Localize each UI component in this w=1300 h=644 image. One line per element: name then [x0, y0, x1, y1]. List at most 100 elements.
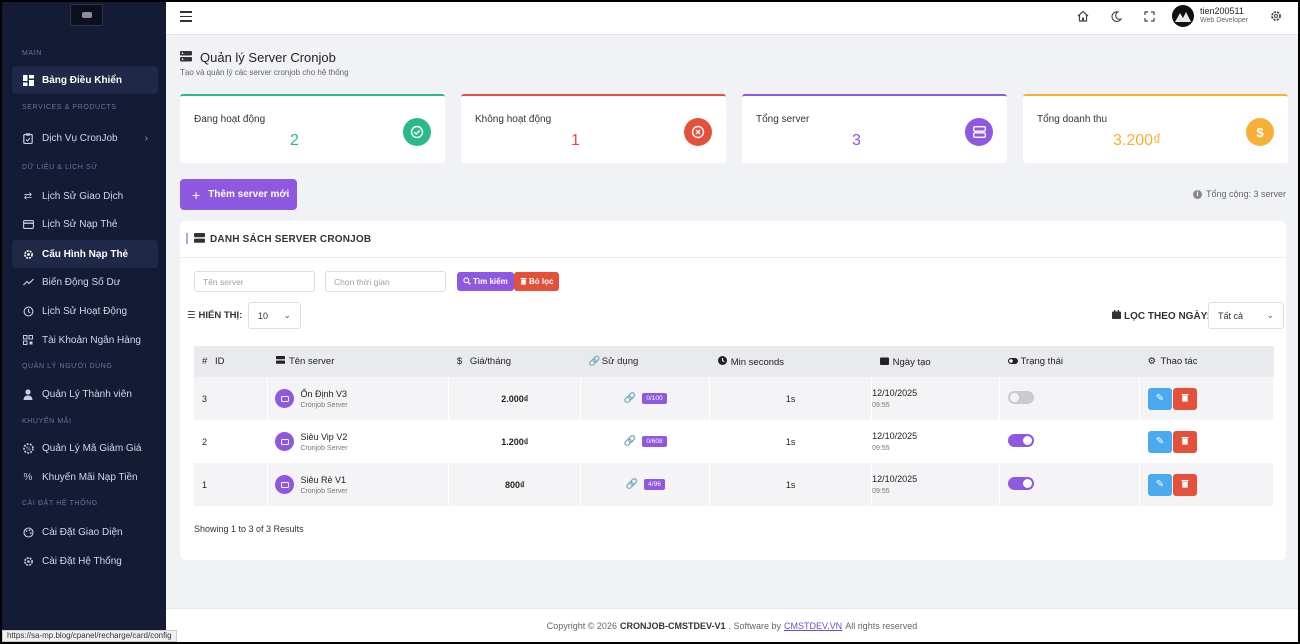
delete-button[interactable]	[1173, 430, 1197, 453]
card-icon	[22, 218, 34, 230]
info-icon: i	[1192, 189, 1202, 199]
server-name-input[interactable]: Tên server	[194, 271, 315, 292]
sidebar-item-balance[interactable]: Biến Động Số Dư	[12, 268, 158, 296]
add-server-button[interactable]: + Thêm server mới	[180, 179, 297, 210]
logo[interactable]	[70, 4, 103, 26]
moon-icon[interactable]	[1109, 9, 1123, 23]
user-role: Web Developer	[1200, 17, 1249, 24]
search-icon	[463, 276, 471, 287]
link-icon: 🔗	[623, 392, 637, 404]
history-icon	[22, 305, 34, 317]
sidebar-section-promo: KHUYẾN MÃI	[22, 418, 72, 425]
usage-badge: 4/96	[644, 479, 665, 491]
sidebar-item-cronjob[interactable]: Dịch Vụ CronJob ›	[12, 124, 158, 152]
sidebar-section-users: QUẢN LÝ NGƯỜI DÙNG	[22, 363, 113, 370]
sidebar-item-label: Tài Khoản Ngân Hàng	[42, 334, 141, 346]
col-actions[interactable]: ⚙ Thao tác	[1139, 346, 1274, 377]
sidebar-item-bank[interactable]: Tài Khoản Ngân Hàng	[12, 326, 158, 354]
calendar-icon	[1112, 310, 1121, 322]
footer-link[interactable]: CMSTDEV.VN	[784, 621, 842, 631]
main-content: Quản lý Server Cronjob Tạo và quản lý cá…	[166, 35, 1298, 608]
clear-filter-button[interactable]: Bỏ lọc	[514, 272, 560, 291]
sidebar-item-card-config[interactable]: Cấu Hình Nạp Thẻ	[12, 240, 158, 268]
total-count: i Tổng cộng: 3 server	[1192, 189, 1286, 199]
sidebar-item-interface[interactable]: Cài Đặt Giao Diện	[12, 518, 158, 546]
edit-icon: ✎	[1155, 479, 1165, 490]
delete-button[interactable]	[1173, 387, 1197, 410]
col-id[interactable]: # ID	[194, 346, 268, 377]
edit-icon: ✎	[1155, 393, 1165, 404]
gear-icon	[22, 248, 34, 260]
status-toggle[interactable]	[1008, 434, 1035, 447]
trash-icon	[1181, 479, 1189, 491]
stat-active: Đang hoạt động 2	[180, 94, 445, 163]
card-header: DANH SÁCH SERVER CRONJOB	[180, 221, 1286, 258]
menu-toggle-icon[interactable]	[180, 11, 192, 22]
ticket-icon: %	[22, 442, 34, 454]
exchange-icon: ⇄	[23, 190, 33, 202]
edit-button[interactable]: ✎	[1148, 430, 1172, 453]
fullscreen-icon[interactable]	[1142, 9, 1156, 23]
sidebar-item-dashboard[interactable]: Bảng Điều Khiển	[12, 66, 158, 94]
pagination-info: Showing 1 to 3 of 3 Results	[194, 524, 304, 534]
sidebar-item-label: Quản Lý Thành viên	[42, 388, 132, 400]
edit-button[interactable]: ✎	[1148, 473, 1172, 496]
gear-icon[interactable]	[1269, 9, 1283, 23]
server-table: # ID Tên server $ Giá/tháng 🔗Sử dụng Min s…	[194, 346, 1274, 506]
table-row: 2 Siêu Vip V2 Cronjob Server 1.200₫ 🔗 0/60…	[194, 420, 1274, 463]
sidebar-item-topup-promo[interactable]: % Khuyến Mãi Nạp Tiền	[12, 463, 158, 491]
server-avatar-icon	[275, 432, 295, 451]
footer: Copyright © 2026 CRONJOB-CMSTDEV-V1 . So…	[166, 608, 1298, 642]
percent-icon: %	[23, 471, 33, 483]
sidebar-item-label: Lịch Sử Nạp Thẻ	[42, 218, 118, 230]
dollar-icon: $	[1246, 118, 1274, 146]
delete-button[interactable]	[1173, 473, 1197, 496]
plus-icon: +	[192, 186, 201, 203]
sidebar-item-members[interactable]: Quản Lý Thành viên	[12, 380, 158, 408]
topbar: tien200511 Web Developer	[166, 2, 1298, 35]
col-min-seconds[interactable]: Min seconds	[709, 346, 872, 377]
link-icon: 🔗	[625, 478, 639, 490]
dollar-icon: $	[456, 356, 463, 367]
sidebar-item-transactions[interactable]: ⇄ Lịch Sử Giao Dịch	[12, 182, 158, 210]
chevron-down-icon: ⌄	[283, 310, 291, 320]
footer-brand: CRONJOB-CMSTDEV-V1	[619, 620, 726, 631]
dashboard-icon	[22, 74, 34, 86]
calendar-icon	[879, 356, 889, 368]
col-name[interactable]: Tên server	[267, 346, 449, 377]
avatar[interactable]	[1172, 5, 1194, 27]
edit-button[interactable]: ✎	[1148, 387, 1172, 410]
col-created[interactable]: Ngày tạo	[871, 346, 1000, 377]
stat-total-servers: Tổng server 3	[742, 94, 1007, 163]
page-title: Quản lý Server Cronjob	[180, 50, 336, 65]
status-toggle[interactable]	[1008, 477, 1035, 490]
server-icon	[965, 118, 993, 146]
col-usage[interactable]: 🔗Sử dụng	[580, 346, 710, 377]
sidebar: MAIN Bảng Điều Khiển SERVICES & PRODUCTS…	[2, 2, 166, 642]
col-price[interactable]: $ Giá/tháng	[448, 346, 581, 377]
sidebar-item-label: Cài Đặt Giao Diện	[42, 526, 123, 538]
toggle-icon	[1007, 356, 1018, 367]
page-subtitle: Tạo và quản lý các server cronjob cho hệ…	[180, 68, 349, 77]
sidebar-item-activity[interactable]: Lịch Sử Hoạt Động	[12, 297, 158, 325]
sidebar-item-coupons[interactable]: % Quản Lý Mã Giảm Giá	[12, 434, 158, 462]
date-filter-select[interactable]: Tất cả ⌄	[1208, 302, 1284, 329]
list-icon: ☰	[187, 310, 196, 321]
trash-icon	[520, 277, 527, 287]
link-icon: 🔗	[623, 435, 637, 447]
col-status[interactable]: Trạng thái	[999, 346, 1140, 377]
sidebar-item-system-settings[interactable]: Cài Đặt Hệ Thống	[12, 547, 158, 575]
qr-icon	[22, 334, 34, 346]
date-range-input[interactable]: Chọn thời gian	[325, 271, 446, 292]
sidebar-item-card-history[interactable]: Lịch Sử Nạp Thẻ	[12, 210, 158, 238]
table-row: 3 Ổn Định V3 Cronjob Server 2.000₫ 🔗 0/100…	[194, 377, 1274, 420]
show-label: ☰ HIỂN THỊ:	[187, 310, 243, 321]
link-icon: 🔗	[588, 356, 601, 367]
status-bar-url: https://sa-mp.blog/cpanel/recharge/card/…	[2, 630, 177, 642]
home-icon[interactable]	[1076, 9, 1090, 23]
status-toggle[interactable]	[1008, 391, 1035, 404]
search-button[interactable]: Tìm kiếm	[457, 272, 514, 291]
sidebar-item-label: Biến Động Số Dư	[42, 276, 121, 288]
page-size-select[interactable]: 10 ⌄	[248, 302, 301, 329]
table-row: 1 Siêu Rẻ V1 Cronjob Server 800₫ 🔗 4/96 1s…	[194, 463, 1274, 506]
